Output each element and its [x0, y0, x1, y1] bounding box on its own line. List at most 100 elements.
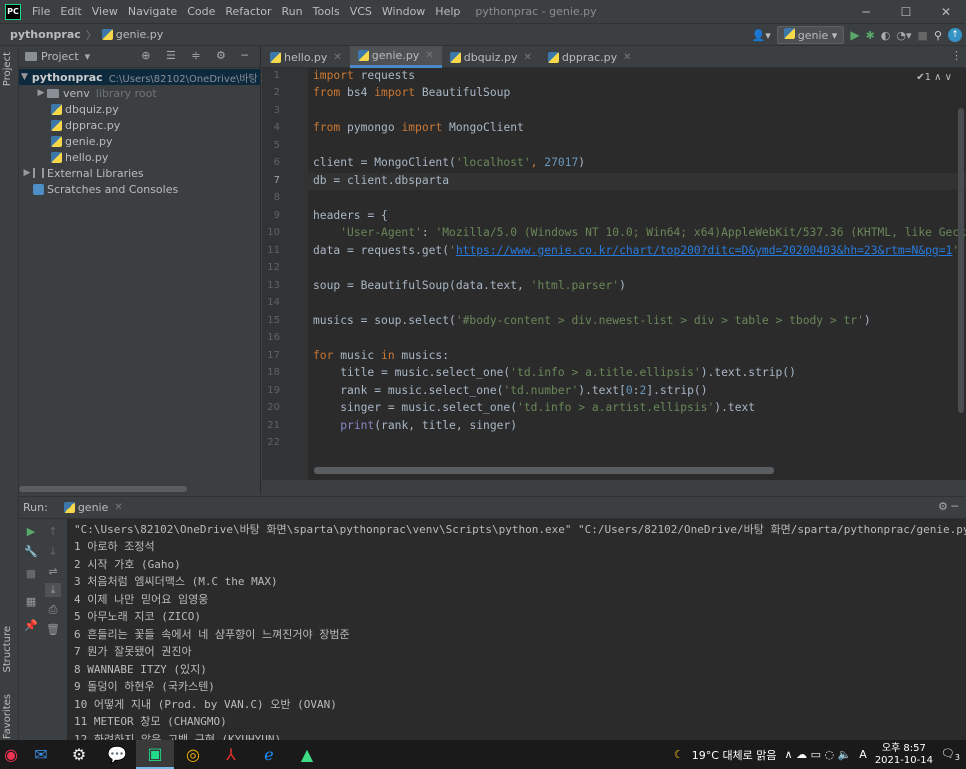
inspection-widget[interactable]: ✔1 ∧ ∨	[916, 72, 952, 83]
settings-icon[interactable]: ⚙	[60, 740, 98, 769]
close-icon[interactable]: ✕	[425, 50, 433, 61]
close-icon[interactable]: ✕	[623, 52, 631, 63]
close-button[interactable]: ✕	[926, 0, 966, 24]
chevron-down-icon[interactable]: ▼	[21, 72, 28, 82]
menu-vcs[interactable]: VCS	[345, 5, 377, 18]
minimize-button[interactable]: ─	[846, 0, 886, 24]
run-icon[interactable]: ▶	[850, 28, 859, 42]
menu-code[interactable]: Code	[182, 5, 220, 18]
rerun-icon[interactable]: ▶	[23, 525, 39, 538]
project-hscrollbar[interactable]	[19, 486, 187, 492]
maximize-button[interactable]: ☐	[886, 0, 926, 24]
scroll-up-icon[interactable]: ↑	[45, 525, 61, 538]
tree-external-libraries[interactable]: ▶ External Libraries	[19, 165, 260, 181]
mail-icon[interactable]: ✉	[22, 740, 60, 769]
run-tab-genie[interactable]: genie ✕	[63, 501, 123, 514]
python-file-icon	[270, 51, 281, 63]
run-config-selector[interactable]: genie ▾	[776, 26, 845, 44]
clock[interactable]: 오후 8:57 2021-10-14	[875, 743, 933, 767]
code-line-9: headers = {	[313, 209, 388, 222]
left-tool-strip: Project Structure Favorites	[0, 46, 19, 740]
stop-icon[interactable]: ■	[918, 29, 928, 42]
menu-edit[interactable]: Edit	[55, 5, 86, 18]
tree-scratches[interactable]: Scratches and Consoles	[19, 181, 260, 197]
pycharm-taskbar-icon[interactable]: ▣	[136, 740, 174, 769]
internet-explorer-icon[interactable]: ℯ	[250, 740, 288, 769]
close-icon[interactable]: ✕	[333, 52, 341, 63]
ime-indicator[interactable]: A	[859, 748, 867, 761]
structure-tool-tab[interactable]: Structure	[2, 626, 13, 673]
tab-dpprac[interactable]: dpprac.py ✕	[540, 46, 640, 68]
tab-menu-icon[interactable]: ⋮	[951, 49, 962, 62]
user-icon[interactable]: 👤▾	[752, 29, 771, 42]
wrench-icon[interactable]: 🔧	[23, 545, 39, 558]
chevron-down-icon[interactable]: ▾	[85, 50, 91, 63]
scroll-down-icon[interactable]: ↓	[45, 545, 61, 558]
chevron-right-icon[interactable]: ▶	[35, 88, 47, 98]
tree-file-hello[interactable]: hello.py	[19, 149, 260, 165]
menu-navigate[interactable]: Navigate	[123, 5, 182, 18]
search-icon[interactable]: ⚲	[934, 29, 942, 42]
tree-file-dbquiz[interactable]: dbquiz.py	[19, 101, 260, 117]
android-studio-icon[interactable]: ▲	[288, 740, 326, 769]
print-icon[interactable]: ⎙	[45, 603, 61, 617]
favorites-tool-tab[interactable]: Favorites	[2, 694, 13, 739]
start-icon[interactable]: ◉	[0, 740, 22, 769]
project-panel-toolbar[interactable]: ⊕ ☰ ≑ ⚙ ─	[141, 49, 254, 62]
weather-text[interactable]: 19°C 대체로 맑음	[692, 747, 777, 763]
code-line-11: data = requests.get('https://www.genie.c…	[313, 244, 966, 257]
tab-hello[interactable]: hello.py ✕	[262, 46, 350, 68]
console-output[interactable]: "C:\Users\82102\OneDrive\바탕 화면\sparta\py…	[69, 519, 966, 741]
soft-wrap-icon[interactable]: ⇌	[45, 565, 61, 578]
pycharm-logo: PC	[5, 3, 21, 20]
menu-window[interactable]: Window	[377, 5, 430, 18]
menu-help[interactable]: Help	[430, 5, 465, 18]
layout-icon[interactable]: ▦	[23, 595, 39, 608]
tab-dbquiz[interactable]: dbquiz.py ✕	[442, 46, 540, 68]
menu-refactor[interactable]: Refactor	[220, 5, 276, 18]
console-line: 10 어떻게 지내 (Prod. by VAN.C) 오반 (OVAN)	[74, 698, 337, 711]
editor-vscrollbar[interactable]	[958, 108, 964, 413]
tab-genie[interactable]: genie.py ✕	[349, 46, 442, 68]
tree-file-dpprac[interactable]: dpprac.py	[19, 117, 260, 133]
project-tool-tab[interactable]: Project	[2, 52, 13, 86]
trash-icon[interactable]: 🗑	[45, 623, 61, 636]
breadcrumb-file[interactable]: genie.py	[116, 28, 164, 41]
project-view-selector[interactable]: Project	[41, 50, 79, 63]
line-number: 2	[273, 87, 280, 98]
chrome-icon[interactable]: ◎	[174, 740, 212, 769]
pin-icon[interactable]: 📌	[23, 619, 39, 632]
acrobat-icon[interactable]: ⅄	[212, 740, 250, 769]
breadcrumb-project[interactable]: pythonprac	[0, 28, 81, 41]
line-number: 4	[273, 122, 280, 133]
profile-icon[interactable]: ◔▾	[896, 29, 911, 42]
menu-tools[interactable]: Tools	[308, 5, 345, 18]
editor-hscrollbar[interactable]	[314, 467, 774, 474]
coverage-icon[interactable]: ◐	[881, 29, 891, 42]
gear-icon[interactable]: ⚙ ─	[938, 500, 958, 513]
stop-icon[interactable]: ■	[23, 567, 39, 580]
tree-item-venv[interactable]: ▶ venv library root	[19, 85, 260, 101]
code-line-17: for music in musics:	[313, 349, 450, 362]
line-number: 21	[267, 420, 280, 431]
code-editor[interactable]: 1 2 3 4 5 6 7 8 9 10 11 12 13 14 15 16 1…	[262, 68, 966, 480]
code-url-link[interactable]: https://www.genie.co.kr/chart/top200?dit…	[456, 244, 953, 257]
console-command: "C:\Users\82102\OneDrive\바탕 화면\sparta\py…	[74, 523, 966, 536]
chevron-right-icon[interactable]: ▶	[21, 168, 33, 178]
menu-view[interactable]: View	[87, 5, 123, 18]
debug-icon[interactable]: ✱	[866, 29, 875, 42]
tree-file-genie[interactable]: genie.py	[19, 133, 260, 149]
python-file-icon	[101, 29, 113, 40]
notification-icon[interactable]: 🗨3	[941, 747, 960, 762]
menu-file[interactable]: File	[27, 5, 55, 18]
scroll-to-end-icon[interactable]: ⤓	[45, 583, 61, 597]
menu-run[interactable]: Run	[277, 5, 308, 18]
code-line-4: from pymongo import MongoClient	[313, 121, 524, 134]
close-icon[interactable]: ✕	[523, 52, 531, 63]
tree-root-pythonprac[interactable]: ▼ pythonprac C:\Users\82102\OneDrive\바탕 …	[19, 69, 270, 85]
kakaotalk-icon[interactable]: 💬	[98, 740, 136, 769]
close-icon[interactable]: ✕	[114, 502, 122, 513]
update-icon[interactable]: ↑	[948, 28, 962, 42]
tray-icons[interactable]: ∧ ☁ ▭ ◌ 🔈	[785, 748, 852, 761]
editor-tab-bar: hello.py ✕ genie.py ✕ dbquiz.py ✕ dpprac.py…	[262, 46, 966, 68]
